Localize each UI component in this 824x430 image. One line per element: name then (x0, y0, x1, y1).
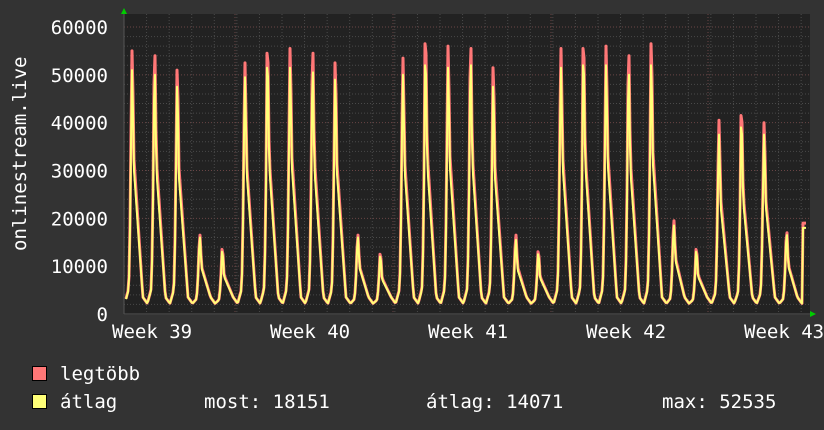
chart: 0100002000030000400005000060000 Week 39 W… (51, 8, 824, 340)
y-tick-label: 60000 (51, 17, 108, 39)
y-axis-label: onlinestream.live (9, 56, 31, 251)
y-tick-label: 10000 (51, 256, 108, 278)
x-ticks: Week 39 Week 40 Week 41 Week 42 Week 43 (112, 321, 824, 340)
legend-avg-label: átlag (60, 391, 118, 413)
legend-max: legtöbb (32, 363, 140, 385)
x-tick-label: Week 39 (112, 321, 192, 340)
y-ticks: 0 10000 20000 30000 40000 50000 60000 (51, 17, 108, 326)
y-axis-arrow-icon (121, 8, 127, 14)
avg-swatch (32, 394, 47, 409)
max-swatch (32, 366, 47, 381)
legend-max-label: legtöbb (60, 363, 141, 385)
legend-avg: átlag (32, 391, 117, 413)
stat-max: max: 52535 (662, 391, 777, 413)
y-tick-label: 20000 (51, 208, 108, 230)
stat-now: most: 18151 (204, 391, 330, 413)
x-axis-arrow-icon (810, 311, 816, 317)
y-tick-label: 30000 (51, 161, 108, 183)
x-tick-label: Week 42 (586, 321, 666, 340)
stat-avg: átlag: 14071 (426, 391, 564, 413)
x-tick-label: Week 40 (270, 321, 350, 340)
y-tick-label: 40000 (51, 113, 108, 135)
y-tick-label: 50000 (51, 65, 108, 87)
x-tick-label: Week 41 (428, 321, 508, 340)
y-tick-label: 0 (97, 304, 108, 326)
x-tick-label: Week 43 (744, 321, 824, 340)
